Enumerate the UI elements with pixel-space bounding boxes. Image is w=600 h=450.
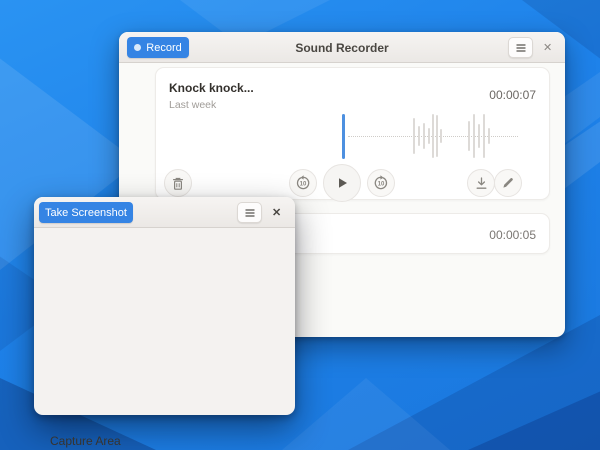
skip-backwards-10-icon: 10: [296, 175, 310, 190]
download-icon: [476, 176, 486, 189]
pencil-icon: [503, 178, 513, 188]
waveform-bar: [440, 129, 442, 143]
waveform-baseline: [348, 136, 518, 137]
waveform-bar: [483, 114, 485, 158]
record-button[interactable]: Record: [127, 37, 189, 58]
play-icon: [339, 178, 347, 188]
delete-recording-button[interactable]: [164, 169, 192, 197]
waveform-bar: [432, 114, 434, 158]
skip-forward-10-icon: 10: [374, 175, 388, 190]
close-icon: ✕: [543, 42, 553, 54]
svg-text:10: 10: [378, 182, 385, 188]
capture-area-label: Capture Area: [50, 434, 121, 448]
waveform-bar: [488, 128, 490, 144]
save-recording-button[interactable]: [467, 169, 495, 197]
primary-menu-button[interactable]: [508, 37, 533, 58]
take-screenshot-label: Take Screenshot: [45, 206, 127, 219]
hamburger-menu-icon: [244, 208, 255, 217]
svg-text:10: 10: [300, 182, 307, 188]
waveform-bar: [436, 115, 438, 157]
waveform-bar: [423, 123, 425, 149]
recording2-duration: 00:00:05: [489, 227, 536, 242]
recording-name: Knock knock...: [169, 81, 254, 95]
recording-date: Last week: [169, 99, 217, 111]
waveform-bar: [478, 124, 480, 148]
skip-forward-10-button[interactable]: 10: [367, 169, 395, 197]
play-button[interactable]: [323, 164, 361, 202]
screenshot-menu-button[interactable]: [237, 202, 262, 223]
playhead-cursor: [342, 114, 345, 159]
recording-row-expanded[interactable]: Knock knock... Last week 00:00:07 10 10: [155, 67, 550, 202]
waveform-bar: [473, 114, 475, 158]
screenshot-headerbar: Take Screenshot ✕: [34, 197, 295, 228]
hamburger-menu-icon: [515, 43, 526, 52]
waveform-bar: [428, 128, 430, 144]
rename-recording-button[interactable]: [494, 169, 522, 197]
screenshot-dialog: Take Screenshot ✕ Capture Area Screen: [34, 197, 295, 448]
trash-icon: [173, 177, 183, 190]
screenshot-close-button[interactable]: ✕: [272, 197, 281, 228]
waveform-bar: [418, 126, 420, 146]
close-icon: ✕: [272, 207, 282, 219]
close-button[interactable]: ✕: [543, 32, 552, 63]
waveform-bar: [413, 118, 415, 154]
skip-backwards-10-button[interactable]: 10: [289, 169, 317, 197]
sound-recorder-headerbar: Sound Recorder Record ✕: [119, 32, 565, 63]
record-dot-icon: [134, 44, 142, 51]
waveform-bar: [468, 121, 470, 151]
take-screenshot-button[interactable]: Take Screenshot: [39, 202, 133, 223]
recording-duration: 00:00:07: [489, 88, 536, 102]
record-button-label: Record: [146, 41, 182, 54]
